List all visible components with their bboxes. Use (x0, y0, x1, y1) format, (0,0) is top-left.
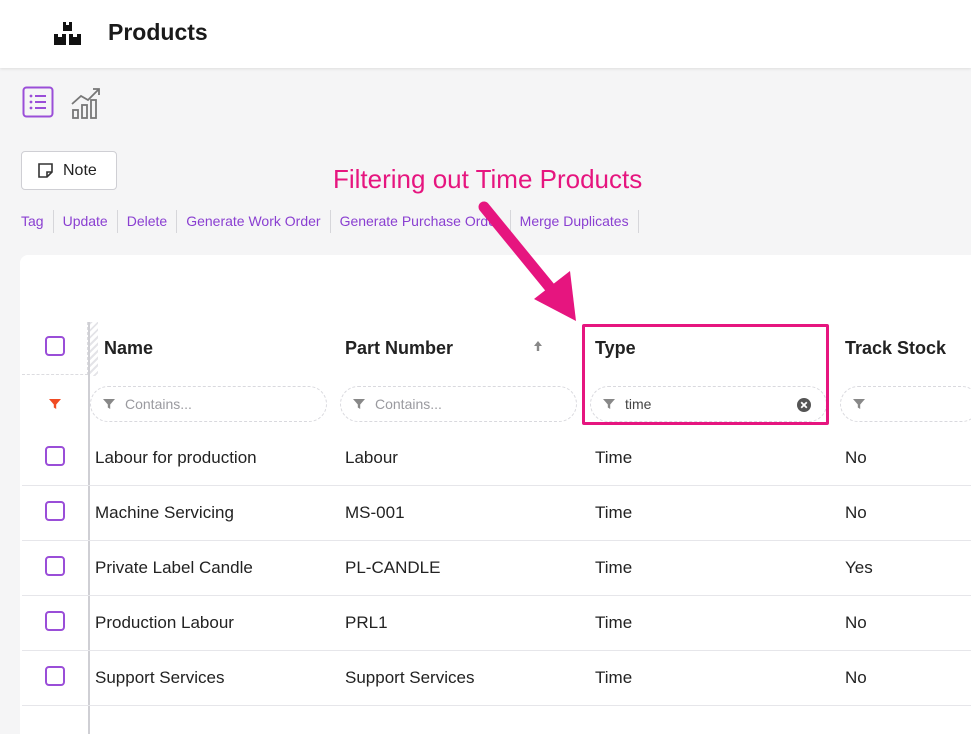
generate-work-order-action[interactable]: Generate Work Order (177, 209, 331, 233)
row-checkbox[interactable] (45, 556, 65, 576)
row-checkbox[interactable] (45, 666, 65, 686)
cell-track-stock: No (845, 613, 867, 632)
column-header-track-stock[interactable]: Track Stock (845, 338, 946, 359)
cell-type: Time (595, 503, 633, 522)
highlight-box (582, 324, 829, 425)
select-all-checkbox[interactable] (45, 336, 65, 356)
cell-type: Time (595, 558, 633, 577)
note-button-label: Note (63, 161, 97, 179)
cell-track-stock: No (845, 668, 867, 687)
cell-part-number: MS-001 (345, 503, 405, 522)
row-checkbox[interactable] (45, 446, 65, 466)
annotation-text: Filtering out Time Products (333, 164, 643, 194)
row-checkbox[interactable] (45, 611, 65, 631)
cell-track-stock: No (845, 503, 867, 522)
note-button[interactable]: Note (21, 151, 117, 190)
cell-name: Private Label Candle (95, 558, 253, 577)
active-filter-icon[interactable] (49, 398, 61, 410)
cell-type: Time (595, 668, 633, 687)
track-stock-filter-input[interactable] (840, 386, 971, 422)
annotation-arrow (478, 201, 576, 321)
name-filter-input[interactable]: Contains... (90, 386, 327, 422)
filter-icon (853, 399, 865, 409)
column-resize-handle[interactable] (90, 322, 98, 376)
cell-part-number: PL-CANDLE (345, 558, 441, 577)
cell-part-number: Labour (345, 448, 398, 467)
delete-action[interactable]: Delete (118, 209, 178, 233)
table-row[interactable]: Production Labour PRL1 Time No (22, 596, 971, 651)
part-number-filter-placeholder: Contains... (375, 396, 442, 412)
cell-name: Production Labour (95, 613, 234, 632)
chart-view-icon[interactable] (70, 86, 104, 120)
filter-icon (103, 399, 115, 409)
cell-name: Labour for production (95, 448, 257, 467)
cell-part-number: Support Services (345, 668, 475, 687)
row-checkbox[interactable] (45, 501, 65, 521)
note-icon (38, 163, 53, 178)
name-filter-placeholder: Contains... (125, 396, 192, 412)
table-row[interactable]: Support Services Support Services Time N… (22, 651, 971, 706)
column-header-part-number[interactable]: Part Number (345, 338, 453, 359)
cell-part-number: PRL1 (345, 613, 388, 632)
table-row[interactable]: Labour for production Labour Time No (22, 431, 971, 486)
list-view-icon[interactable] (22, 86, 54, 118)
boxes-icon (54, 22, 81, 45)
table-row[interactable]: Private Label Candle PL-CANDLE Time Yes (22, 541, 971, 596)
filter-icon (353, 399, 365, 409)
table-row[interactable]: Machine Servicing MS-001 Time No (22, 486, 971, 541)
cell-type: Time (595, 448, 633, 467)
tag-action[interactable]: Tag (21, 209, 54, 233)
sort-ascending-icon[interactable] (532, 340, 544, 352)
part-number-filter-input[interactable]: Contains... (340, 386, 577, 422)
cell-type: Time (595, 613, 633, 632)
column-header-name[interactable]: Name (104, 338, 153, 359)
cell-name: Support Services (95, 668, 225, 687)
page-title: Products (108, 19, 208, 45)
cell-track-stock: Yes (845, 558, 873, 577)
update-action[interactable]: Update (54, 209, 118, 233)
top-bar: Products (0, 0, 971, 68)
cell-name: Machine Servicing (95, 503, 234, 522)
cell-track-stock: No (845, 448, 867, 467)
